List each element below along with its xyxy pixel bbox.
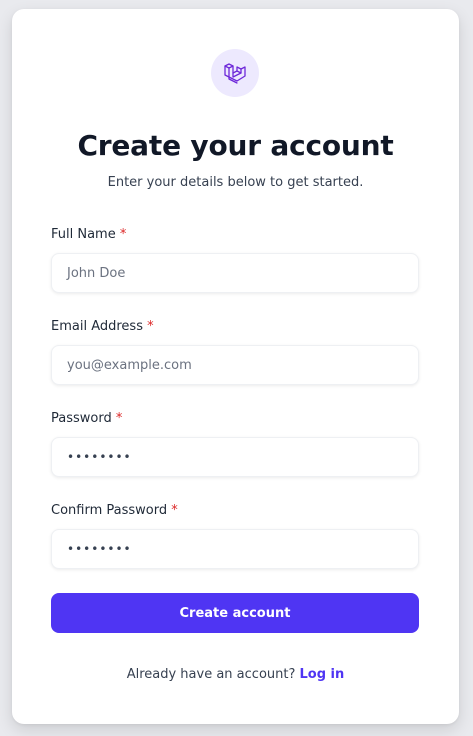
email-label: Email Address *: [51, 319, 154, 334]
laravel-icon: [224, 63, 246, 84]
required-marker: *: [119, 227, 127, 242]
email-input[interactable]: you@example.com: [51, 345, 419, 385]
email-label-text: Email Address: [51, 319, 143, 334]
password-label: Password *: [51, 411, 122, 426]
email-placeholder: you@example.com: [67, 357, 192, 373]
login-prompt-text: Already have an account?: [126, 667, 296, 682]
confirm-password-input[interactable]: ••••••••: [51, 529, 419, 569]
password-value: ••••••••: [67, 450, 132, 464]
confirm-password-label-text: Confirm Password: [51, 503, 168, 518]
create-account-button[interactable]: Create account: [51, 593, 419, 633]
page-subtitle: Enter your details below to get started.: [107, 175, 364, 190]
logo-badge: [211, 49, 259, 97]
signup-card: Create your account Enter your details b…: [12, 9, 459, 724]
confirm-password-label: Confirm Password *: [51, 503, 178, 518]
login-link[interactable]: Log in: [300, 667, 345, 682]
full-name-label: Full Name *: [51, 227, 126, 242]
confirm-password-value: ••••••••: [67, 542, 132, 556]
required-marker: *: [171, 503, 178, 518]
full-name-label-text: Full Name: [51, 227, 116, 242]
full-name-placeholder: John Doe: [67, 265, 126, 281]
password-label-text: Password: [51, 411, 112, 426]
page-title: Create your account: [77, 129, 394, 162]
password-input[interactable]: ••••••••: [51, 437, 419, 477]
login-prompt: Already have an account? Log in: [12, 667, 459, 682]
required-marker: *: [147, 319, 154, 334]
full-name-input[interactable]: John Doe: [51, 253, 419, 293]
required-marker: *: [115, 411, 123, 426]
